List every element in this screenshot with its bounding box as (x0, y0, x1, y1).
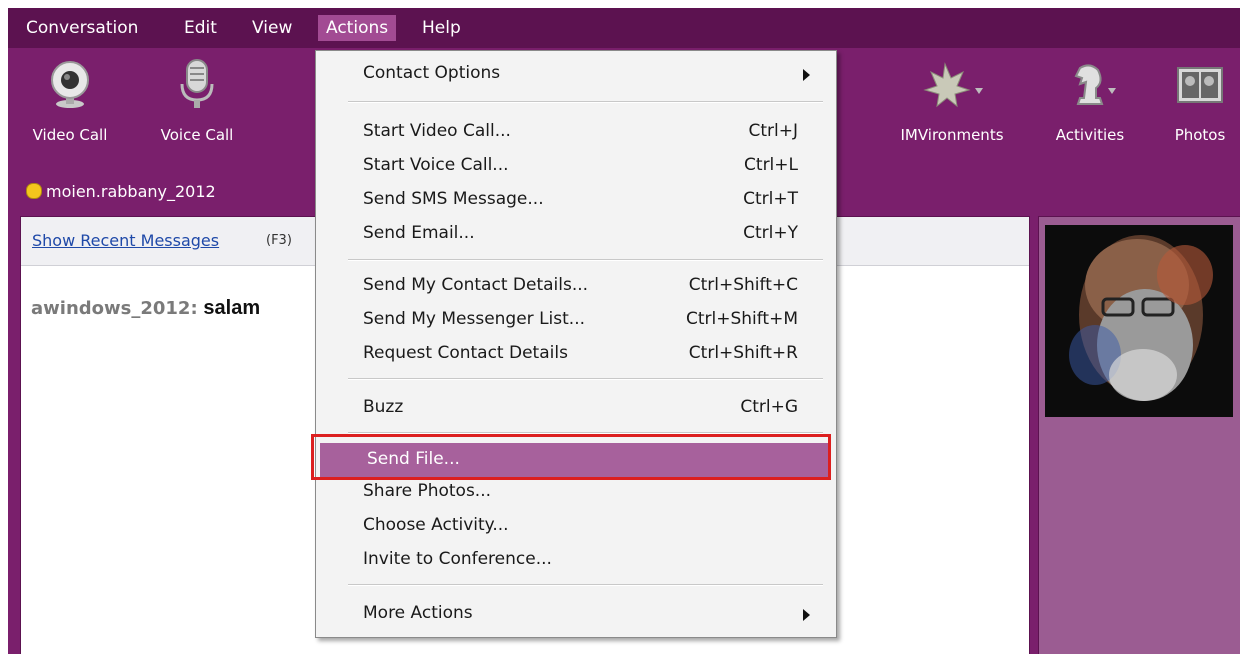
menu-item-request-contact-details[interactable]: Request Contact Details Ctrl+Shift+R (316, 337, 836, 371)
submenu-arrow-icon (803, 609, 810, 621)
contact-portrait-image (1045, 225, 1233, 417)
send-sms-shortcut: Ctrl+T (743, 189, 798, 209)
imvironments-button[interactable]: IMVironments (888, 48, 1016, 158)
menu-item-choose-activity[interactable]: Choose Activity... (316, 509, 836, 543)
send-messenger-list-shortcut: Ctrl+Shift+M (685, 309, 798, 329)
microphone-icon (180, 59, 214, 108)
avatar-panel (1038, 216, 1240, 654)
activities-label: Activities (1055, 126, 1125, 144)
start-video-call-label: Start Video Call... (363, 121, 511, 141)
contact-avatar[interactable] (1045, 225, 1233, 417)
webcam-icon (51, 61, 89, 108)
status-dot-icon (26, 183, 42, 199)
request-contact-details-shortcut: Ctrl+Shift+R (688, 343, 798, 363)
request-contact-details-label: Request Contact Details (363, 343, 568, 363)
more-actions-label: More Actions (363, 603, 473, 623)
show-recent-messages-link[interactable]: Show Recent Messages (32, 231, 219, 250)
buzz-label: Buzz (363, 397, 404, 417)
send-sms-label: Send SMS Message... (363, 189, 544, 209)
imvironments-icon (923, 62, 983, 108)
menu-edit[interactable]: Edit (176, 15, 225, 41)
menu-item-more-actions[interactable]: More Actions (316, 597, 836, 631)
video-call-button[interactable]: Video Call (26, 48, 114, 158)
menu-help[interactable]: Help (414, 15, 469, 41)
menu-separator (348, 378, 823, 380)
choose-activity-label: Choose Activity... (363, 515, 509, 535)
actions-dropdown-menu: Contact Options Start Video Call... Ctrl… (315, 50, 837, 638)
send-contact-details-shortcut: Ctrl+Shift+C (688, 275, 798, 295)
voice-call-label: Voice Call (160, 126, 234, 144)
imvironments-label: IMVironments (900, 126, 1004, 144)
message-line: awindows_2012: salam (31, 297, 260, 320)
invite-conference-label: Invite to Conference... (363, 549, 552, 569)
submenu-arrow-icon (803, 69, 810, 81)
menu-item-send-contact-details[interactable]: Send My Contact Details... Ctrl+Shift+C (316, 269, 836, 303)
recent-messages-shortcut: (F3) (266, 233, 292, 248)
menu-item-start-voice-call[interactable]: Start Voice Call... Ctrl+L (316, 149, 836, 183)
photos-button[interactable]: Photos (1160, 48, 1240, 158)
message-sender: awindows_2012: (31, 298, 198, 319)
menu-item-share-photos[interactable]: Share Photos... (316, 475, 836, 509)
start-voice-call-shortcut: Ctrl+L (744, 155, 798, 175)
share-photos-label: Share Photos... (363, 481, 492, 501)
voice-call-button[interactable]: Voice Call (153, 48, 241, 158)
photos-label: Photos (1174, 126, 1226, 144)
send-email-label: Send Email... (363, 223, 475, 243)
activities-button[interactable]: Activities (1045, 48, 1135, 158)
menu-item-invite-conference[interactable]: Invite to Conference... (316, 543, 836, 577)
send-messenger-list-label: Send My Messenger List... (363, 309, 585, 329)
menu-view[interactable]: View (244, 15, 300, 41)
menu-bar: Conversation Edit View Actions Help (8, 8, 1240, 48)
contact-name: moien.rabbany_2012 (46, 181, 216, 201)
menu-separator (348, 101, 823, 103)
contact-options-label: Contact Options (363, 63, 501, 83)
chess-knight-icon (1074, 64, 1116, 105)
menu-item-send-messenger-list[interactable]: Send My Messenger List... Ctrl+Shift+M (316, 303, 836, 337)
menu-item-send-email[interactable]: Send Email... Ctrl+Y (316, 217, 836, 251)
menu-item-buzz[interactable]: Buzz Ctrl+G (316, 391, 836, 425)
photos-icon (1177, 67, 1223, 103)
message-text: salam (203, 297, 261, 319)
buzz-shortcut: Ctrl+G (740, 397, 798, 417)
send-email-shortcut: Ctrl+Y (743, 223, 798, 243)
menu-separator (348, 584, 823, 586)
start-voice-call-label: Start Voice Call... (363, 155, 509, 175)
menu-conversation[interactable]: Conversation (18, 15, 146, 41)
start-video-call-shortcut: Ctrl+J (748, 121, 798, 141)
highlight-annotation-box (311, 434, 831, 480)
menu-separator (348, 259, 823, 261)
menu-actions[interactable]: Actions (318, 15, 397, 41)
video-call-label: Video Call (32, 126, 108, 144)
contact-status[interactable]: moien.rabbany_2012 (26, 179, 216, 203)
menu-item-send-sms[interactable]: Send SMS Message... Ctrl+T (316, 183, 836, 217)
menu-item-contact-options[interactable]: Contact Options (316, 57, 836, 91)
menu-item-start-video-call[interactable]: Start Video Call... Ctrl+J (316, 115, 836, 149)
send-contact-details-label: Send My Contact Details... (363, 275, 589, 295)
